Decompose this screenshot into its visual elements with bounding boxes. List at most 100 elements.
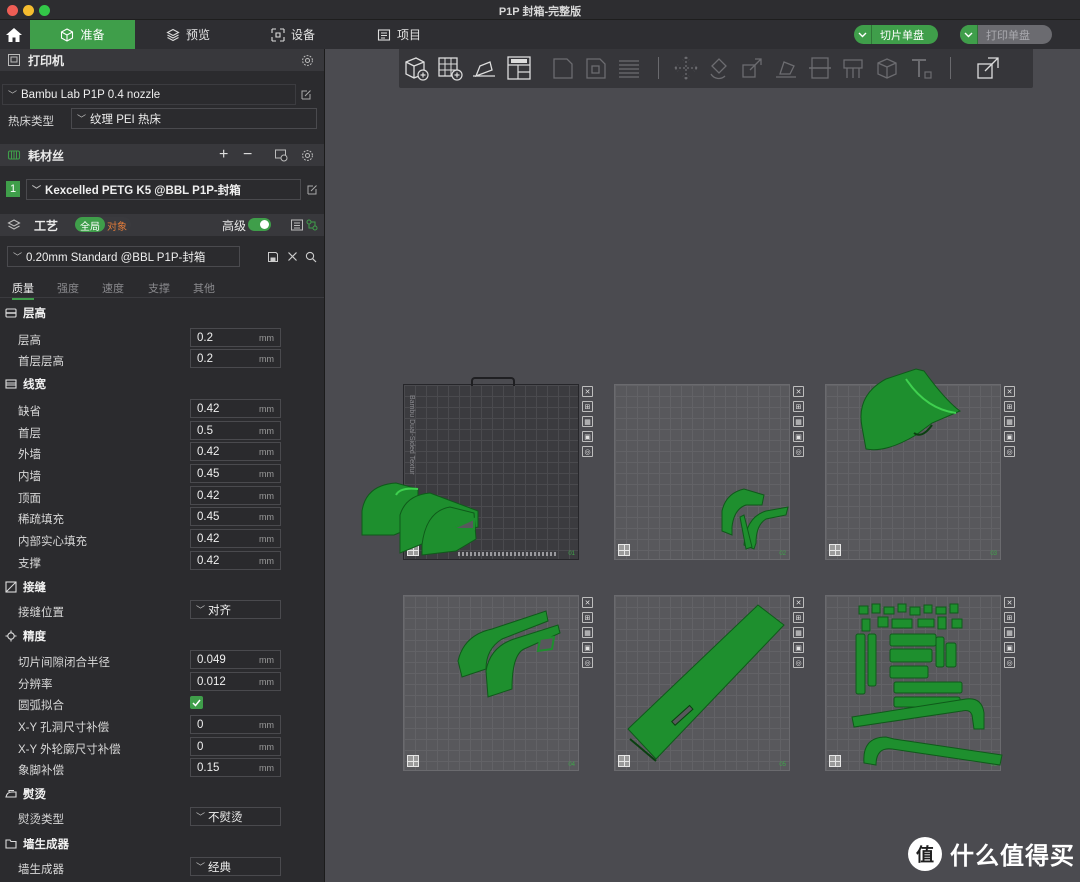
xy-hole-compensation-input[interactable]: 0 mm [190,715,281,734]
delete-plate-icon[interactable]: ✕ [793,597,804,608]
plate-card[interactable]: 03 [825,384,1001,560]
seam-position-select[interactable]: ﹀ 对齐 [190,600,281,619]
ironing-type-select[interactable]: ﹀ 不熨烫 [190,807,281,826]
elephant-foot-compensation-input[interactable]: 0.15 mm [190,758,281,777]
line-width-outer-wall-input[interactable]: 0.42 mm [190,442,281,461]
process-compare-icon[interactable] [306,219,318,231]
assembly-view-icon[interactable] [974,54,1002,82]
delete-plate-icon[interactable]: ✕ [1004,597,1015,608]
add-object-icon[interactable] [402,54,430,82]
orient-plate-icon[interactable]: ⊞ [582,612,593,623]
auto-orient-icon[interactable] [470,54,498,82]
bed-type-select[interactable]: ﹀ 纹理 PEI 热床 [71,108,317,129]
orient-plate-icon[interactable]: ⊞ [582,401,593,412]
line-width-top-surface-input[interactable]: 0.42 mm [190,486,281,505]
line-width-internal-solid-input[interactable]: 0.42 mm [190,529,281,548]
line-width-first-layer-input[interactable]: 0.5 mm [190,421,281,440]
split-parts-icon[interactable] [582,54,610,82]
plate-arrange-icon[interactable] [618,755,630,767]
toggle-object[interactable]: 对象 [105,217,131,233]
plate-settings-icon[interactable]: ◎ [582,446,593,457]
arc-fitting-checkbox[interactable] [190,696,203,709]
plate-settings-icon[interactable]: ◎ [582,657,593,668]
plate-settings-icon[interactable]: ◎ [1004,446,1015,457]
wall-generator-select[interactable]: ﹀ 经典 [190,857,281,876]
add-filament-icon[interactable]: + [219,146,228,164]
line-width-sparse-infill-input[interactable]: 0.45 mm [190,507,281,526]
print-dropdown-chevron-icon[interactable] [960,25,978,44]
lock-plate-icon[interactable]: ▣ [1004,431,1015,442]
plate-arrange-icon[interactable] [407,755,419,767]
plate-card[interactable]: 02 [614,384,790,560]
line-width-inner-wall-input[interactable]: 0.45 mm [190,464,281,483]
tab-speed[interactable]: 速度 [102,280,124,296]
save-icon[interactable] [267,251,279,263]
remove-filament-icon[interactable]: − [243,146,252,164]
printer-settings-gear-icon[interactable] [301,54,314,67]
toggle-global[interactable]: 全局 [75,217,105,233]
resolution-input[interactable]: 0.012 mm [190,672,281,691]
lock-plate-icon[interactable]: ▣ [582,431,593,442]
line-width-support-input[interactable]: 0.42 mm [190,551,281,570]
plate-settings-icon[interactable]: ◎ [793,446,804,457]
layer-height-input[interactable]: 0.2 mm [190,328,281,347]
lock-plate-icon[interactable]: ▣ [582,642,593,653]
plate-settings-icon[interactable]: ◎ [793,657,804,668]
xy-contour-compensation-input[interactable]: 0 mm [190,737,281,756]
tab-prepare[interactable]: 准备 [30,20,135,49]
orient-plate-icon[interactable]: ⊞ [1004,401,1015,412]
home-icon[interactable] [4,25,24,45]
3d-canvas[interactable]: Bambu Dual-Sided Textur 01 ✕ ⊞ ▦ ▣ ◎ 02 ✕ ⊞ ▦ ▣… [326,49,1080,882]
orient-plate-icon[interactable]: ⊞ [793,401,804,412]
search-icon[interactable] [305,251,317,263]
tab-others[interactable]: 其他 [193,280,215,296]
close-icon[interactable] [287,251,298,262]
plate-arrange-icon[interactable] [407,544,419,556]
scale-icon[interactable] [738,54,766,82]
plate-card[interactable]: 06 [825,595,1001,771]
text-tool-icon[interactable] [907,54,935,82]
plate-arrange-icon[interactable] [829,544,841,556]
process-list-icon[interactable] [290,218,304,232]
tab-project[interactable]: 项目 [377,20,421,49]
global-object-toggle[interactable]: 全局 对象 [75,217,131,233]
filament-sync-icon[interactable] [274,148,288,162]
lock-plate-icon[interactable]: ▣ [793,431,804,442]
slice-dropdown-chevron-icon[interactable] [854,25,872,44]
printer-profile-select[interactable]: ﹀ Bambu Lab P1P 0.4 nozzle [2,84,296,105]
cut-icon[interactable] [806,54,834,82]
tab-support[interactable]: 支撑 [148,280,170,296]
support-painting-icon[interactable] [839,54,867,82]
plate-arrange-icon[interactable] [829,755,841,767]
delete-plate-icon[interactable]: ✕ [1004,386,1015,397]
arrange-plate-icon[interactable]: ▦ [582,627,593,638]
tab-quality[interactable]: 质量 [12,280,34,300]
lock-plate-icon[interactable]: ▣ [793,642,804,653]
plate-settings-icon[interactable]: ◎ [1004,657,1015,668]
advanced-toggle[interactable] [248,218,271,231]
orient-plate-icon[interactable]: ⊞ [793,612,804,623]
lay-on-face-icon[interactable] [772,54,800,82]
plate-card[interactable]: 05 [614,595,790,771]
slice-plate-button[interactable]: 切片单盘 [854,25,938,44]
first-layer-height-input[interactable]: 0.2 mm [190,349,281,368]
plate-card[interactable]: Bambu Dual-Sided Textur 01 [403,377,579,560]
tab-preview[interactable]: 预览 [166,20,210,49]
process-profile-select[interactable]: ﹀ 0.20mm Standard @BBL P1P-封箱 [7,246,240,267]
plate-card[interactable]: 04 [403,595,579,771]
arrange-plate-icon[interactable]: ▦ [793,416,804,427]
filament-profile-select[interactable]: ﹀ Kexcelled PETG K5 @BBL P1P-封箱 [26,179,301,200]
arrange-plate-icon[interactable]: ▦ [793,627,804,638]
edit-printer-icon[interactable] [300,89,312,101]
layers-editing-icon[interactable] [615,54,643,82]
delete-plate-icon[interactable]: ✕ [582,386,593,397]
delete-plate-icon[interactable]: ✕ [793,386,804,397]
orient-plate-icon[interactable]: ⊞ [1004,612,1015,623]
lock-plate-icon[interactable]: ▣ [1004,642,1015,653]
line-width-default-input[interactable]: 0.42 mm [190,399,281,418]
arrange-plate-icon[interactable]: ▦ [582,416,593,427]
arrange-plate-icon[interactable]: ▦ [1004,627,1015,638]
print-plate-button[interactable]: 打印单盘 [960,25,1052,44]
split-objects-icon[interactable] [549,54,577,82]
arrange-icon[interactable] [505,54,533,82]
